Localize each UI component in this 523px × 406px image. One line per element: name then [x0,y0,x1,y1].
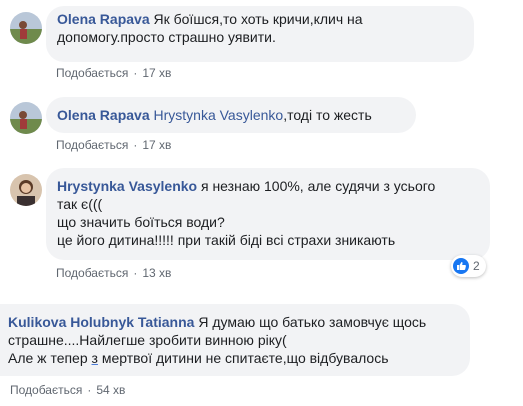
like-button[interactable]: Подобається [56,266,128,280]
comment-text-line: Я думаю що батько замовчує щось [198,314,427,330]
comment-text-fragment: мертвої дитини не спитаєте,що відбувалос… [97,350,389,366]
comment-timestamp[interactable]: 54 хв [96,383,125,397]
reaction-count[interactable]: 2 [451,255,486,277]
mention-link[interactable]: Hrystynka Vasylenko [154,107,284,123]
comment-bubble: Kulikova Holubnyk Tatianna Я думаю що ба… [0,304,470,376]
comment-bubble: Olena Rapava Hrystynka Vasylenko,тоді то… [46,97,416,133]
comment-actions: Подобається · 17 хв [56,66,172,80]
comment-timestamp[interactable]: 17 хв [142,138,171,152]
avatar[interactable] [10,174,42,206]
comment-text: ,тоді то жесть [283,107,372,123]
avatar[interactable] [10,12,42,44]
comment-actions: Подобається · 17 хв [56,138,172,152]
comment-bubble: Olena Rapava Як боїшся,то хоть кричи,кли… [46,6,474,62]
comment-text-line: так є((( [57,196,103,212]
avatar-photo-icon [10,102,42,134]
comment-author[interactable]: Olena Rapava [57,107,150,123]
avatar-photo-icon [10,12,42,44]
comment-author[interactable]: Hrystynka Vasylenko [57,178,197,194]
comment-actions: Подобається · 54 хв [10,383,126,397]
comment-bubble: Hrystynka Vasylenko я незнаю 100%, але с… [46,168,490,260]
avatar-photo-icon [10,174,42,206]
like-button[interactable]: Подобається [56,66,128,80]
comment-author[interactable]: Kulikova Holubnyk Tatianna [8,314,194,330]
comment-actions: Подобається · 13 хв [56,266,172,280]
comment-author[interactable]: Olena Rapava [57,11,150,27]
comment-text-line: Але ж тепер з мертвої дитини не спитаєте… [8,349,463,367]
comment-text-line: я незнаю 100%, але судячи з усього [200,178,436,194]
like-button[interactable]: Подобається [10,383,82,397]
comment-text-line: що значить боїться води? [57,214,225,230]
comment-timestamp[interactable]: 17 хв [142,66,171,80]
like-button[interactable]: Подобається [56,138,128,152]
reaction-count-number: 2 [473,259,480,273]
comment-text-line: страшне....Найлегше зробити винною ріку( [8,332,287,348]
comment-text-line: це його дитина!!!!! при такій біді всі с… [57,232,396,248]
comment-text-fragment: Але ж тепер [8,350,92,366]
thumbs-up-icon [453,258,469,274]
comment-timestamp[interactable]: 13 хв [142,266,171,280]
avatar[interactable] [10,102,42,134]
